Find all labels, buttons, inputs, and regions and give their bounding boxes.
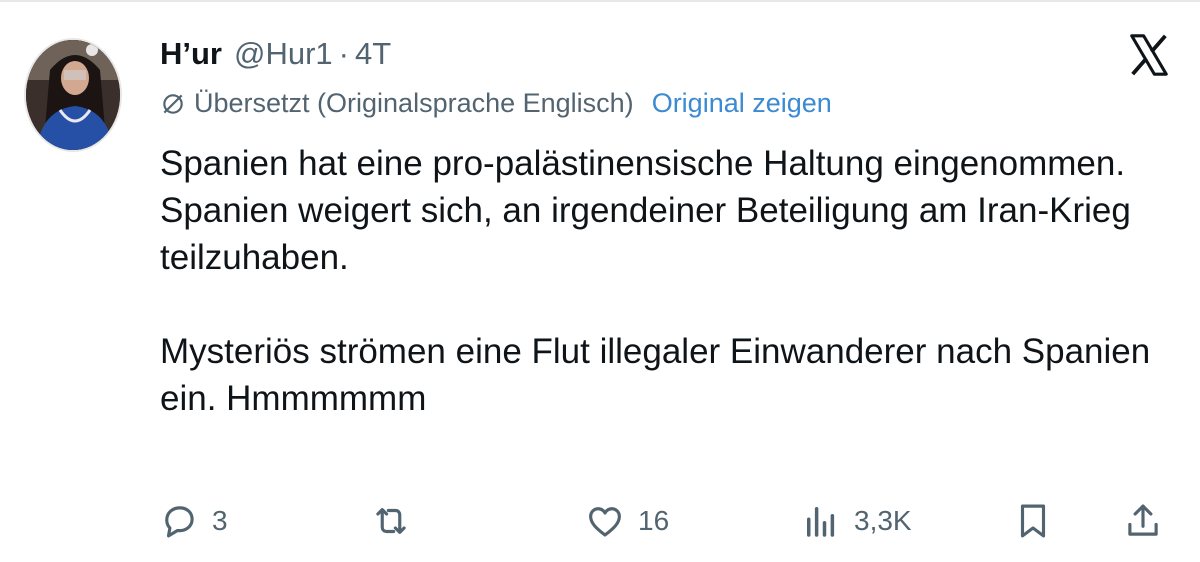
user-handle[interactable]: @Hur1: [234, 36, 333, 72]
avatar[interactable]: [24, 38, 122, 152]
translation-notice: Übersetzt (Originalsprache Englisch) Ori…: [160, 88, 832, 119]
tweet-paragraph: Mysteriös strömen eine Flut illegaler Ei…: [160, 332, 1151, 418]
share-icon: [1128, 504, 1158, 536]
views-count: 3,3K: [854, 505, 912, 536]
action-bar: 3 16 3,3K: [158, 498, 1178, 544]
retweet-button[interactable]: [370, 498, 424, 544]
bookmark-button[interactable]: [1012, 498, 1054, 544]
views-icon: [807, 507, 835, 537]
translation-label: Übersetzt (Originalsprache Englisch): [194, 88, 634, 118]
tweet-text: Spanien hat eine pro-palästinensische Ha…: [160, 140, 1170, 422]
bookmark-icon: [1020, 504, 1046, 538]
like-button[interactable]: 16: [584, 498, 669, 544]
like-count: 16: [638, 505, 670, 536]
reply-button[interactable]: 3: [158, 498, 228, 544]
tweet-header: H’ur @Hur1 · 4T: [160, 36, 391, 76]
display-name[interactable]: H’ur: [160, 36, 222, 72]
tweet-paragraph: Spanien hat eine pro-palästinensische Ha…: [160, 144, 1126, 183]
share-button[interactable]: [1122, 498, 1164, 544]
tweet-paragraph: Spanien weigert sich, an irgendeiner Bet…: [160, 191, 1131, 277]
x-logo-icon: [1130, 34, 1168, 76]
translate-icon: [163, 93, 183, 114]
reply-icon: [165, 506, 194, 538]
show-original-link[interactable]: Original zeigen: [652, 88, 832, 119]
separator-dot: ·: [338, 36, 349, 71]
retweet-icon: [376, 508, 406, 534]
heart-icon: [589, 507, 621, 537]
views-button[interactable]: 3,3K: [800, 498, 912, 544]
avatar-image: [26, 40, 120, 150]
timestamp[interactable]: 4T: [355, 36, 391, 72]
tweet-card: H’ur @Hur1 · 4T Übersetzt (Originalsprac…: [0, 0, 1200, 562]
reply-count: 3: [212, 505, 228, 536]
